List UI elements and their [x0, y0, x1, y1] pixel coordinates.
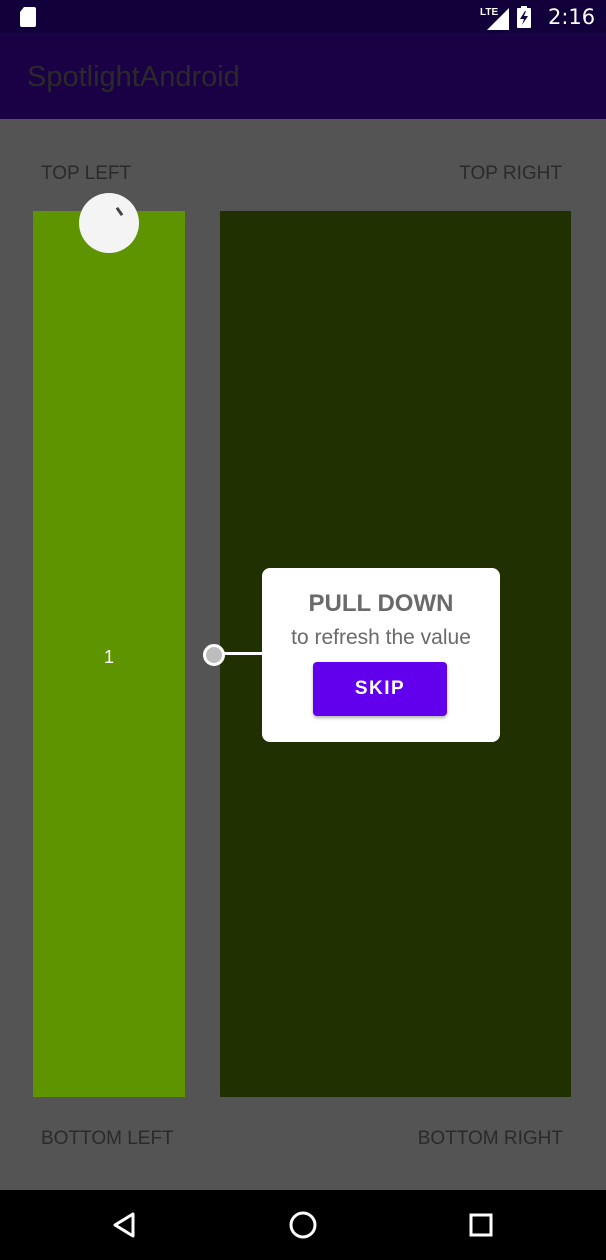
status-bar: LTE 2:16 — [0, 0, 606, 33]
back-icon[interactable] — [108, 1208, 142, 1242]
refresh-indicator-icon — [115, 206, 124, 217]
left-panel[interactable]: 1 — [33, 211, 185, 1097]
recents-icon[interactable] — [464, 1208, 498, 1242]
sd-card-icon — [20, 7, 36, 27]
spotlight-tooltip: PULL DOWN to refresh the value SKIP — [262, 568, 500, 742]
clock: 2:16 — [548, 5, 596, 29]
spotlight-pointer-line — [222, 652, 264, 655]
pull-refresh-indicator — [79, 193, 139, 253]
bottom-right-label: BOTTOM RIGHT — [417, 1128, 563, 1149]
skip-button[interactable]: SKIP — [313, 662, 447, 716]
tooltip-description: to refresh the value — [291, 626, 471, 649]
bottom-left-label: BOTTOM LEFT — [41, 1128, 174, 1149]
app-bar: SpotlightAndroid — [0, 33, 606, 119]
home-icon[interactable] — [286, 1208, 320, 1242]
counter-value: 1 — [103, 647, 114, 667]
spotlight-pointer-dot — [203, 644, 225, 666]
tooltip-title: PULL DOWN — [308, 590, 454, 617]
top-left-label: TOP LEFT — [41, 163, 132, 184]
signal-icon — [487, 8, 509, 30]
battery-charging-icon — [517, 6, 531, 28]
app-title: SpotlightAndroid — [27, 61, 240, 93]
navigation-bar — [0, 1190, 606, 1260]
top-right-label: TOP RIGHT — [459, 163, 562, 184]
